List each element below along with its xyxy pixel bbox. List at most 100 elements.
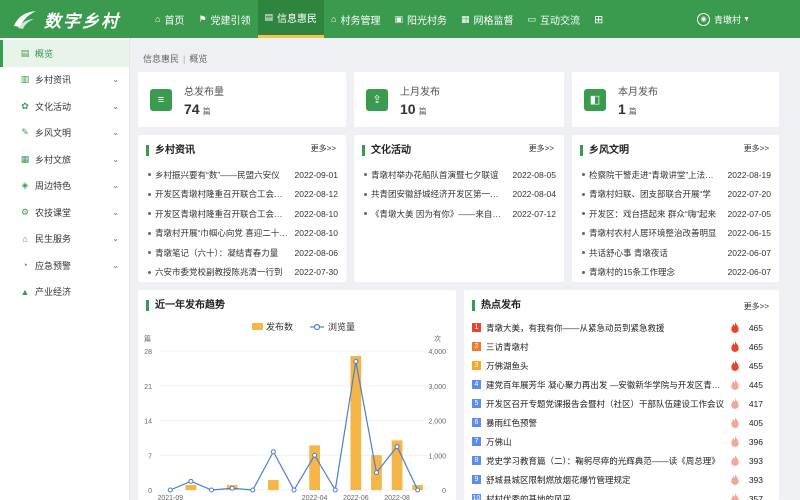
list-icon: ≡: [150, 88, 172, 111]
caret-down-icon: ▼: [743, 15, 750, 23]
civility-list: 检察院干警走进“青墩讲堂”上法治课 2022-08-19 青墩村妇联、团支部联合开展…: [582, 165, 771, 282]
nav-village-affairs[interactable]: ⌂ 村务管理: [324, 0, 387, 38]
upload-icon: ⇪: [366, 88, 388, 111]
list-item[interactable]: 开发区：戏台搭起来 群众“嗨”起来 2022-07-05: [582, 204, 771, 224]
line-point-2022-07: [373, 470, 379, 476]
nav-label: 网格监督: [473, 15, 514, 27]
list-item[interactable]: 青墩笔记（六十）：凝结青春力量 2022-08-06: [148, 243, 338, 263]
list-item[interactable]: 青墩村举办花船队首演暨七夕联谊 2022-08-05: [364, 165, 556, 185]
flame-icon: [731, 455, 739, 466]
more-link[interactable]: 更多>>: [311, 143, 336, 154]
item-date: 2022-07-30: [294, 267, 338, 278]
sidebar-item-overview[interactable]: ▤ 概览: [0, 40, 129, 67]
service-icon: ⌂: [22, 233, 28, 244]
flame-icon: [731, 417, 739, 428]
line-point-2022-05: [332, 487, 338, 493]
list-item[interactable]: 《青墩大美 因为有你》——来自青墩 2022-07-12: [364, 204, 556, 224]
sidebar-item-civility[interactable]: ✎ 乡风文明 ⌄: [0, 120, 129, 147]
view-count: 455: [748, 360, 763, 371]
item-title: 开发区青墩村隆重召开联合工会会员: [155, 208, 289, 219]
alert-icon: ◔: [22, 260, 28, 271]
hot-item[interactable]: 3 万佛湖鱼头 455: [472, 356, 763, 375]
list-item[interactable]: 青墩村妇联、团支部联合开展“学 2022-07-20: [582, 185, 771, 205]
sidebar-item-news[interactable]: ▥ 乡村资讯 ⌄: [0, 67, 129, 94]
hot-item[interactable]: 2 三访青墩村 465: [472, 337, 763, 356]
hot-item[interactable]: 4 建党百年展芳华 凝心聚力再出发 —安徽新华学院与开发区青墩村 445: [472, 375, 763, 394]
list-item[interactable]: 青墩村开展“巾帼心向党 喜迎二十大” 2022-08-10: [148, 224, 338, 244]
hot-item[interactable]: 1 青墩大美，有我有你——从紧急动员到紧急救援 465: [472, 318, 763, 337]
sidebar-item-service[interactable]: ⌂ 民生服务 ⌄: [0, 226, 129, 253]
sidebar-item-alert[interactable]: ◔ 应急预警 ⌄: [0, 252, 129, 279]
rank-badge: 7: [472, 437, 481, 446]
logo-icon: [14, 11, 36, 29]
nav-info[interactable]: ▤ 信息惠民: [257, 0, 325, 38]
feature-icon: ◈: [21, 180, 29, 191]
user-menu[interactable]: ◉ 青墩村 ▼: [697, 0, 750, 38]
list-item[interactable]: 青墩村农村人居环境整治改善明显 2022-06-15: [582, 224, 771, 244]
civility-icon: ✎: [21, 127, 29, 138]
app-logo[interactable]: 数字乡村: [0, 7, 140, 32]
rank-badge: 5: [472, 399, 481, 408]
stat-card-total: ≡ 总发布量 74 篇: [138, 72, 346, 127]
list-item[interactable]: 开发区青墩村隆重召开联合工会会员 2022-08-12: [148, 185, 338, 205]
left-tick-label: 21: [144, 384, 152, 391]
bullet-icon: [364, 173, 367, 177]
stat-value: 1: [618, 100, 626, 117]
stat-card-this-month: ◧ 本月发布 1篇: [572, 72, 779, 127]
x-tick-label: 2022-08: [384, 495, 410, 500]
tourism-icon: ▦: [20, 153, 30, 164]
hot-item[interactable]: 10 村村优秀的基地的风采 357: [472, 489, 763, 500]
nav-interaction[interactable]: ▭ 互动交流: [521, 0, 588, 38]
nav-apps[interactable]: ⊞: [587, 0, 614, 38]
nav-home[interactable]: ⌂ 首页: [148, 0, 191, 38]
hot-item[interactable]: 7 万佛山 396: [472, 432, 763, 451]
list-item[interactable]: 乡村振兴要有“数”——民盟六安仪 2022-09-01: [148, 165, 338, 185]
list-item[interactable]: 六安市委党校副教授陈兆清一行到 2022-07-30: [148, 263, 338, 283]
list-item[interactable]: 检察院干警走进“青墩讲堂”上法治课 2022-08-19: [582, 165, 771, 185]
sidebar-item-class[interactable]: ⚙ 农技课堂 ⌄: [0, 199, 129, 226]
more-link[interactable]: 更多>>: [529, 143, 554, 154]
stat-value: 10: [400, 100, 416, 117]
list-item[interactable]: 共话舒心事 青墩夜话 2022-06-07: [582, 243, 771, 263]
user-icon: ◉: [697, 12, 711, 26]
stat-value: 74: [184, 100, 200, 117]
item-title: 青墩村妇联、团支部联合开展“学: [589, 189, 711, 200]
home-icon: ⌂: [155, 14, 161, 24]
list-item[interactable]: 开发区青墩村隆重召开联合工会会员 2022-08-10: [148, 204, 338, 224]
sidebar-item-feature[interactable]: ◈ 周边特色 ⌄: [0, 173, 129, 200]
stat-unit: 篇: [418, 106, 427, 116]
bank-icon: ⌂: [331, 14, 337, 24]
sidebar-item-economy[interactable]: ▲ 产业经济: [0, 279, 129, 306]
item-title: 舒城县城区限制燃放烟花爆竹管理规定: [486, 474, 631, 485]
panel-title: 文化活动: [362, 145, 411, 156]
sidebar-item-tourism[interactable]: ▦ 乡村文旅 ⌄: [0, 146, 129, 173]
chevron-down-icon: ⌄: [112, 181, 119, 191]
hot-item[interactable]: 9 舒城县城区限制燃放烟花爆竹管理规定 393: [472, 470, 763, 489]
bar-2021-10: [185, 485, 197, 490]
nav-sunshine[interactable]: ▣ 阳光村务: [387, 0, 454, 38]
sidebar-item-label: 文化活动: [35, 101, 72, 112]
view-count: 465: [748, 341, 763, 352]
hot-list: 1 青墩大美，有我有你——从紧急动员到紧急救援 465 2 三访青墩村 465 3 万佛湖鱼头…: [472, 318, 763, 500]
sidebar-item-label: 概览: [35, 48, 54, 59]
flame-icon: [731, 398, 739, 409]
legend-label: 浏览量: [328, 321, 355, 332]
item-title: 青墩村农村人居环境整治改善明显: [589, 228, 717, 239]
flame-icon: [731, 341, 739, 352]
hot-item[interactable]: 5 开发区召开专题党课报告会暨村（社区）干部队伍建设工作会议 417: [472, 394, 763, 413]
hot-item[interactable]: 8 党史学习教育篇（二）：鞠躬尽瘁的光辉典范——读《周总理》 393: [472, 451, 763, 470]
breadcrumb-parent[interactable]: 信息惠民: [143, 54, 179, 64]
nav-party[interactable]: ⚑ 党建引领: [191, 0, 257, 38]
item-title: 村村优秀的基地的风采: [486, 493, 572, 500]
hot-item[interactable]: 6 暴雨红色预警 405: [472, 413, 763, 432]
chevron-down-icon: ⌄: [112, 207, 119, 217]
item-date: 2022-08-19: [727, 169, 771, 180]
more-link[interactable]: 更多>>: [744, 143, 769, 154]
nav-grid[interactable]: ▦ 网格监督: [454, 0, 521, 38]
more-link[interactable]: 更多>>: [744, 301, 769, 312]
view-count: 417: [748, 398, 763, 409]
sidebar-item-culture[interactable]: ✿ 文化活动 ⌄: [0, 93, 129, 120]
line-point-2021-10: [188, 478, 194, 484]
list-item[interactable]: 青墩村的15条工作理念 2022-06-07: [582, 263, 771, 283]
list-item[interactable]: 共青团安徽舒城经济开发区第一次团员 2022-08-04: [364, 185, 556, 205]
